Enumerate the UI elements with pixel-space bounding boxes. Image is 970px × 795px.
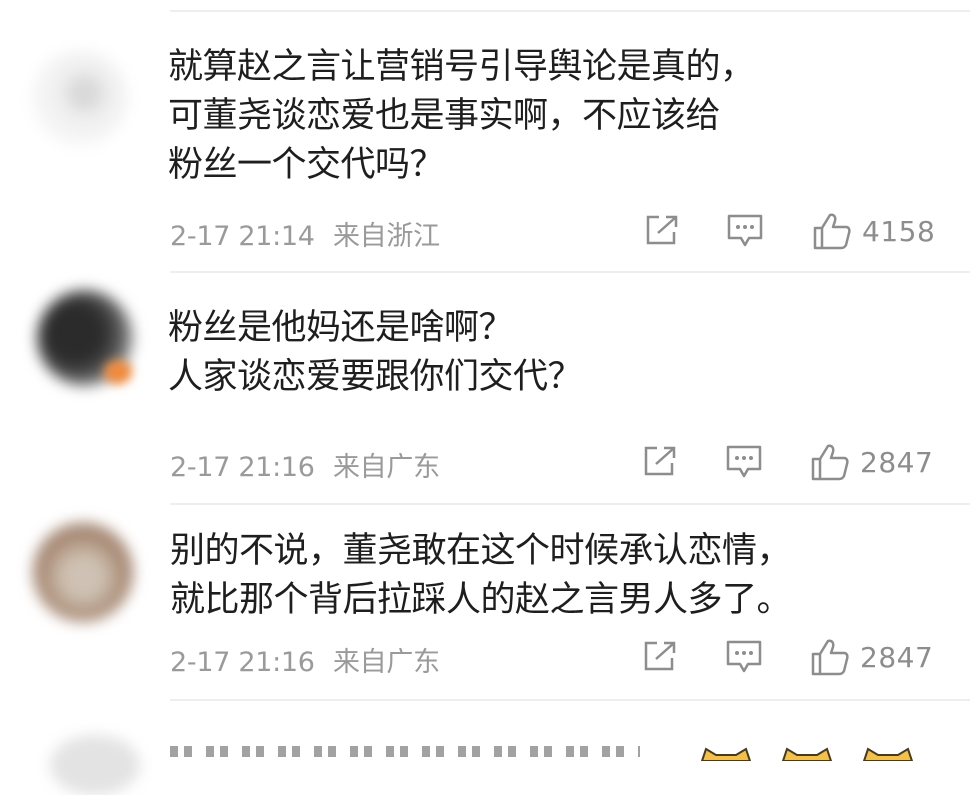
thumbs-up-icon — [811, 639, 849, 676]
comment-line: 就算赵之言让营销号引导舆论是真的， — [168, 47, 755, 87]
comment-line: 可董尧谈恋爱也是事实啊，不应该给 — [168, 96, 721, 136]
like-button[interactable]: 2847 — [810, 638, 933, 676]
comment-text: 别的不说，董尧敢在这个时候承认恋情， 就比那个背后拉踩人的赵之言男人多了。 — [170, 527, 940, 625]
comment-date: 2-17 21:14 — [170, 221, 315, 252]
comment-text: 就算赵之言让营销号引导舆论是真的， 可董尧谈恋爱也是事实啊，不应该给 粉丝一个交… — [168, 43, 938, 190]
comment-divider — [170, 503, 970, 505]
comment-meta: 2-17 21:14 来自浙江 — [170, 214, 440, 253]
thumbs-up-icon — [813, 213, 851, 250]
comment-location: 来自浙江 — [332, 221, 440, 252]
comment-line: 就比那个背后拉踩人的赵之言男人多了。 — [170, 580, 792, 620]
comment-icon[interactable] — [726, 445, 762, 479]
comment-location: 来自广东 — [332, 452, 440, 483]
comment-line: 粉丝是他妈还是啥啊？ — [168, 308, 514, 348]
cat-emoji-icon — [698, 746, 754, 762]
comment-divider — [170, 271, 970, 273]
comment-divider — [170, 699, 970, 701]
comment-line: 别的不说，董尧敢在这个时候承认恋情， — [170, 531, 792, 571]
comment-text: 粉丝是他妈还是啥啊？ 人家谈恋爱要跟你们交代？ — [168, 304, 938, 402]
avatar[interactable] — [33, 522, 133, 622]
comment-icon[interactable] — [727, 214, 763, 248]
avatar[interactable] — [32, 50, 128, 146]
comment-date: 2-17 21:16 — [170, 452, 315, 483]
comment-location: 来自广东 — [332, 647, 440, 678]
comment-line: 粉丝一个交代吗？ — [168, 145, 445, 185]
like-count: 2847 — [860, 445, 934, 479]
like-button[interactable]: 4158 — [812, 212, 935, 250]
thumbs-up-icon — [811, 444, 849, 481]
avatar-badge — [104, 360, 132, 384]
comment-line: 人家谈恋爱要跟你们交代？ — [168, 357, 583, 397]
truncated-comment-text — [170, 746, 970, 757]
like-button[interactable]: 2847 — [810, 443, 933, 481]
comment-meta: 2-17 21:16 来自广东 — [170, 445, 440, 484]
cat-emoji-icon — [860, 746, 916, 762]
comment-date: 2-17 21:16 — [170, 647, 315, 678]
avatar[interactable] — [50, 735, 140, 795]
top-divider — [170, 10, 970, 12]
comment-meta: 2-17 21:16 来自广东 — [170, 640, 440, 679]
comment-icon[interactable] — [726, 640, 762, 674]
share-icon[interactable] — [645, 214, 679, 246]
share-icon[interactable] — [643, 445, 677, 477]
like-count: 2847 — [860, 640, 934, 674]
cat-emoji-icon — [779, 746, 835, 762]
like-count: 4158 — [862, 214, 936, 248]
share-icon[interactable] — [643, 640, 677, 672]
